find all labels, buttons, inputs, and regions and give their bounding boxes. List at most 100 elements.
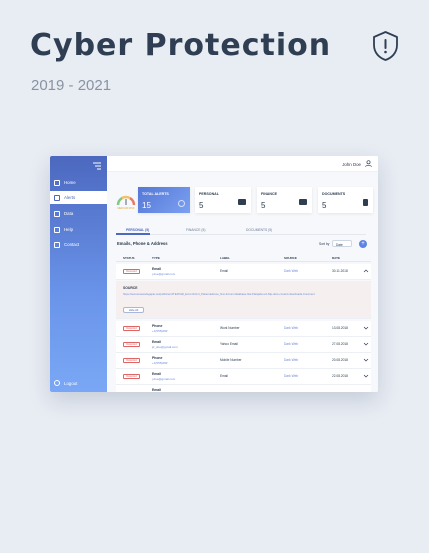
cell-date: 13.08.2018	[332, 326, 348, 330]
status-badge: Detected	[123, 326, 140, 331]
chevron-down-icon[interactable]	[363, 373, 369, 379]
data-icon	[54, 210, 60, 217]
arrow-right-icon[interactable]	[178, 200, 185, 207]
card-total-alerts[interactable]: TOTAL ALERTS 15	[138, 187, 190, 213]
cell-label: Work Number	[220, 326, 240, 330]
sidebar: Home Alerts Data Help Contact Logout	[50, 156, 107, 392]
column-header: TYPE	[152, 256, 160, 260]
cell-value: j.doe@gmail.com	[152, 377, 176, 381]
cell-label: Mobile Number	[220, 358, 242, 362]
tab-personal[interactable]: PERSONAL (5)	[126, 228, 149, 232]
source-title: SOURCE	[123, 286, 138, 290]
active-tab-indicator	[116, 233, 150, 235]
app-window: Home Alerts Data Help Contact Logout Joh…	[50, 156, 378, 392]
cell-date: 30.11.2018	[332, 269, 348, 273]
column-header: DATE	[332, 256, 340, 260]
card-documents[interactable]: DOCUMENTS 5	[318, 187, 373, 213]
column-header: SOURCE	[284, 256, 297, 260]
shield-alert-icon	[373, 31, 398, 61]
table-row[interactable]: Detected Email jd_doe@gmail.com Yahoo Em…	[116, 337, 371, 353]
cell-type: Email	[152, 388, 162, 392]
table-row[interactable]: Detected Phone +1(555)### Work Number Da…	[116, 321, 371, 337]
chevron-down-icon[interactable]	[363, 357, 369, 363]
card-value: 5	[199, 201, 204, 210]
hero-years: 2019 - 2021	[31, 77, 112, 94]
money-icon	[299, 199, 307, 205]
card-title: FINANCE	[261, 192, 277, 196]
card-personal[interactable]: PERSONAL 5	[195, 187, 251, 213]
logout-label: Logout	[64, 380, 78, 386]
chevron-up-icon[interactable]	[363, 268, 369, 274]
help-icon	[54, 226, 60, 233]
sidebar-item-alerts[interactable]: Alerts	[50, 191, 107, 204]
table-row[interactable]: Detected Email j.doe@gmail.com Email Dar…	[116, 264, 371, 280]
logout-button[interactable]: Logout	[54, 380, 77, 386]
chevron-down-icon[interactable]	[363, 325, 369, 331]
sidebar-item-label: Alerts	[64, 195, 76, 200]
logout-icon	[54, 380, 60, 386]
cell-source-link[interactable]: Dark Web	[284, 358, 298, 362]
status-badge: Detected	[123, 374, 140, 379]
section-title: Emails, Phone & Address	[117, 241, 168, 246]
cell-source-link[interactable]: Dark Web	[284, 374, 298, 378]
id-card-icon	[238, 199, 246, 205]
cell-value: jd_doe@gmail.com	[152, 345, 178, 349]
cell-type: Email	[152, 372, 162, 376]
cell-label: Email	[220, 374, 228, 378]
alert-icon	[54, 194, 60, 201]
status-badge: Detected	[123, 342, 140, 347]
add-button[interactable]: +	[359, 240, 367, 248]
sidebar-item-home[interactable]: Home	[50, 176, 107, 189]
sidebar-item-label: Help	[64, 227, 74, 232]
menu-toggle-icon[interactable]	[92, 162, 102, 170]
card-finance[interactable]: FINANCE 5	[257, 187, 312, 213]
sidebar-item-label: Home	[64, 180, 76, 185]
card-title: PERSONAL	[199, 192, 219, 196]
sort-select[interactable]: Date	[332, 240, 352, 247]
cell-date: 27.08.2018	[332, 342, 348, 346]
cell-value: +1(555)###	[152, 361, 168, 365]
hide-all-button[interactable]: Hide All	[123, 307, 144, 313]
risk-level-label: MEDIUM RISK	[117, 207, 135, 210]
cell-source-link[interactable]: Dark Web	[284, 269, 298, 273]
sidebar-item-data[interactable]: Data	[50, 207, 107, 220]
sidebar-item-contact[interactable]: Contact	[50, 238, 107, 251]
card-value: 15	[142, 201, 151, 210]
source-url[interactable]: https://securenewsdogaple.net/public/en/…	[123, 293, 323, 297]
cell-value: +1(555)###	[152, 329, 168, 333]
table-row[interactable]: Detected Phone +1(555)### Mobile Number …	[116, 353, 371, 369]
table-row[interactable]: Email	[116, 385, 371, 392]
sidebar-item-help[interactable]: Help	[50, 223, 107, 236]
tab-documents[interactable]: DOCUMENTS (5)	[246, 228, 272, 232]
card-value: 5	[322, 201, 327, 210]
cell-type: Email	[152, 340, 162, 344]
cell-label: Email	[220, 269, 228, 273]
sidebar-item-label: Data	[64, 211, 74, 216]
cell-date: 20.08.2018	[332, 358, 348, 362]
table-row[interactable]: Detected Email j.doe@gmail.com Email Dar…	[116, 369, 371, 385]
status-badge: Detected	[123, 358, 140, 363]
home-icon	[54, 179, 60, 186]
cell-date: 22.08.2018	[332, 374, 348, 378]
cell-label: Yahoo Email	[220, 342, 238, 346]
user-name[interactable]: John Doe	[342, 162, 361, 167]
cell-source-link[interactable]: Dark Web	[284, 326, 298, 330]
user-icon[interactable]	[365, 160, 372, 167]
document-icon	[363, 199, 368, 206]
cell-value: j.doe@gmail.com	[152, 272, 176, 276]
top-bar: John Doe	[107, 156, 378, 172]
contact-icon	[54, 241, 60, 248]
sidebar-item-label: Contact	[64, 242, 80, 247]
hero-title: Cyber Protection	[30, 28, 332, 63]
cell-type: Phone	[152, 356, 163, 360]
column-header: LABEL	[220, 256, 230, 260]
sort-label: Sort by	[319, 242, 330, 246]
tab-finance[interactable]: FINANCE (5)	[186, 228, 205, 232]
source-details-panel: SOURCE https://securenewsdogaple.net/pub…	[116, 281, 371, 319]
status-badge: Detected	[123, 269, 140, 274]
cell-source-link[interactable]: Dark Web	[284, 342, 298, 346]
card-title: DOCUMENTS	[322, 192, 346, 196]
chevron-down-icon[interactable]	[363, 341, 369, 347]
cell-type: Email	[152, 267, 162, 271]
card-value: 5	[261, 201, 266, 210]
